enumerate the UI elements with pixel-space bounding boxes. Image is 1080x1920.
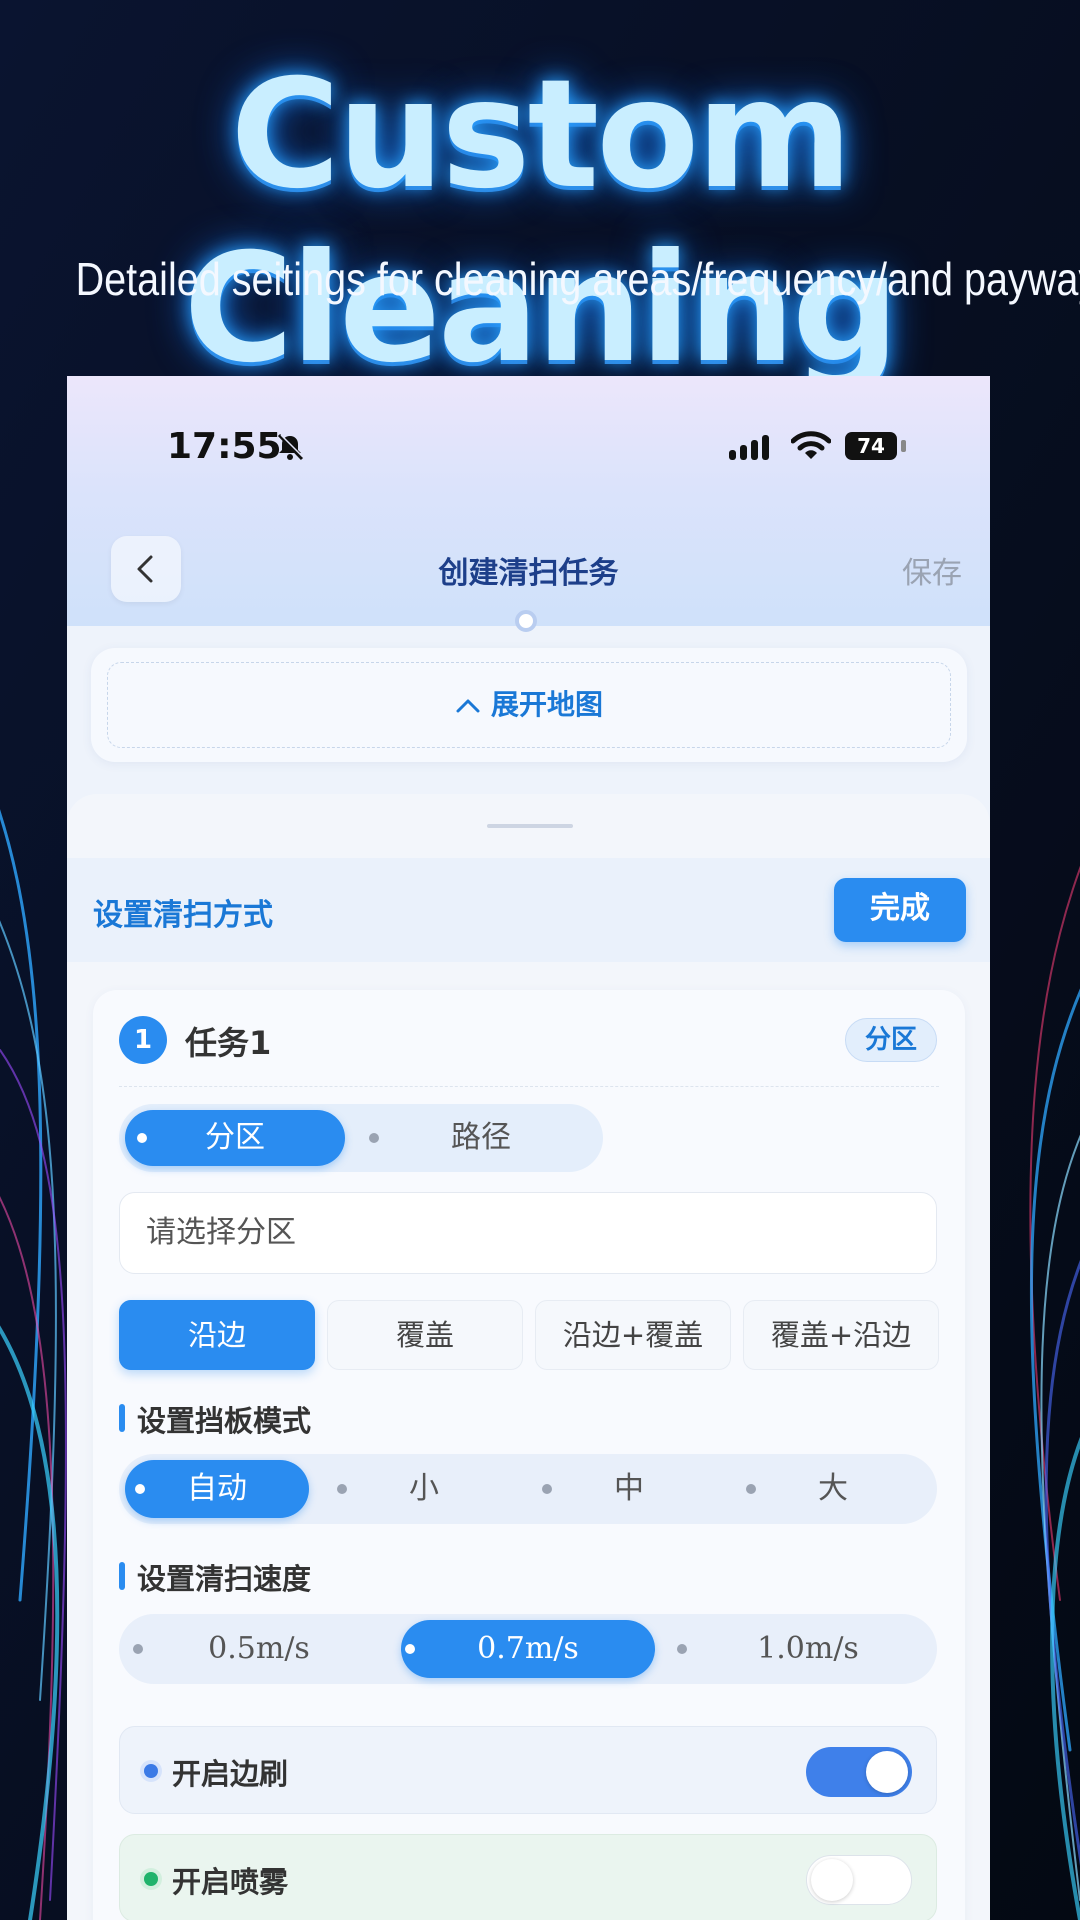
spray-toggle[interactable]	[806, 1855, 912, 1905]
expand-map-label: 展开地图	[490, 688, 603, 721]
hero-title: Custom Cleaning	[183, 48, 900, 396]
battery-tip	[901, 440, 906, 452]
side-brush-dot	[144, 1764, 158, 1778]
chevron-up-icon	[456, 699, 480, 713]
expand-map-button[interactable]: 展开地图	[107, 662, 951, 748]
speed-options: 0.5m/s 0.7m/s 1.0m/s	[119, 1614, 937, 1684]
baffle-medium[interactable]: 中	[554, 1460, 704, 1518]
method-options: 沿边 覆盖 沿边+覆盖 覆盖+沿边	[119, 1300, 939, 1370]
baffle-auto-label: 自动	[187, 1471, 247, 1506]
method-edge[interactable]: 沿边	[119, 1300, 315, 1370]
mode-title: 设置清扫方式	[93, 898, 273, 933]
drag-handle-dot[interactable]	[515, 610, 537, 632]
task-type-badge: 分区	[845, 1018, 937, 1062]
side-brush-label: 开启边刷	[172, 1757, 289, 1791]
method-cover[interactable]: 覆盖	[327, 1300, 523, 1370]
save-button[interactable]: 保存	[902, 548, 962, 592]
done-button[interactable]: 完成	[834, 878, 966, 942]
tab-zone-label: 分区	[205, 1120, 265, 1155]
task-type-segmented: 分区 路径	[119, 1104, 603, 1172]
pill-dot	[677, 1644, 687, 1654]
task-number-badge: 1	[119, 1016, 167, 1064]
tab-path[interactable]: 路径	[365, 1110, 597, 1166]
bell-slash-icon	[277, 433, 304, 461]
baffle-options: 自动 小 中 大	[119, 1454, 937, 1524]
pill-dot	[337, 1484, 347, 1494]
speed-0-7[interactable]: 0.7m/s	[401, 1620, 655, 1678]
divider	[119, 1086, 939, 1087]
baffle-small[interactable]: 小	[349, 1460, 499, 1518]
pill-dot	[746, 1484, 756, 1494]
pill-dot	[542, 1484, 552, 1494]
spray-row: 开启喷雾	[119, 1834, 937, 1920]
map-card: 展开地图	[91, 648, 967, 762]
task-name: 任务1	[185, 1024, 272, 1062]
battery-icon: 74	[845, 432, 897, 460]
page-title: 创建清扫任务	[438, 556, 619, 591]
speed-section-label: 设置清扫速度	[119, 1556, 311, 1598]
side-brush-row: 开启边刷	[119, 1726, 937, 1814]
signal-icon	[729, 435, 769, 460]
mode-bar: 设置清扫方式 完成	[67, 858, 990, 962]
hero-subtitle: Detailed seitings for cleaning areas/fre…	[75, 253, 1080, 305]
side-brush-toggle[interactable]	[806, 1747, 912, 1797]
status-time: 17:55	[167, 426, 282, 467]
sheet-grip[interactable]	[487, 824, 573, 828]
speed-0-7-label: 0.7m/s	[477, 1631, 579, 1666]
tab-path-label: 路径	[451, 1120, 511, 1155]
spray-label: 开启喷雾	[172, 1865, 289, 1899]
zone-select-input[interactable]: 请选择分区	[119, 1192, 937, 1274]
pill-dot	[133, 1644, 143, 1654]
speed-1-0[interactable]: 1.0m/s	[693, 1620, 923, 1678]
method-edge-cover[interactable]: 沿边+覆盖	[535, 1300, 731, 1370]
baffle-large[interactable]: 大	[758, 1460, 908, 1518]
tab-zone[interactable]: 分区	[125, 1110, 345, 1166]
speed-0-5[interactable]: 0.5m/s	[149, 1620, 369, 1678]
wifi-icon	[791, 431, 831, 459]
app-header: 17:55 74 创建清扫任务 保存	[67, 376, 990, 632]
phone-screen: 17:55 74 创建清扫任务 保存 展开地图 设置清扫方式 完成 1 任务1 …	[67, 376, 990, 1920]
baffle-section-label: 设置挡板模式	[119, 1398, 311, 1440]
task-card: 1 任务1 分区 分区 路径 请选择分区 沿边 覆盖 沿边+覆盖 覆盖+沿边 设…	[93, 990, 965, 1920]
method-cover-edge[interactable]: 覆盖+沿边	[743, 1300, 939, 1370]
task-sheet: 设置清扫方式 完成 1 任务1 分区 分区 路径 请选择分区 沿边 覆盖 沿边+…	[67, 794, 990, 1920]
baffle-auto[interactable]: 自动	[125, 1460, 309, 1518]
spray-dot	[144, 1872, 158, 1886]
